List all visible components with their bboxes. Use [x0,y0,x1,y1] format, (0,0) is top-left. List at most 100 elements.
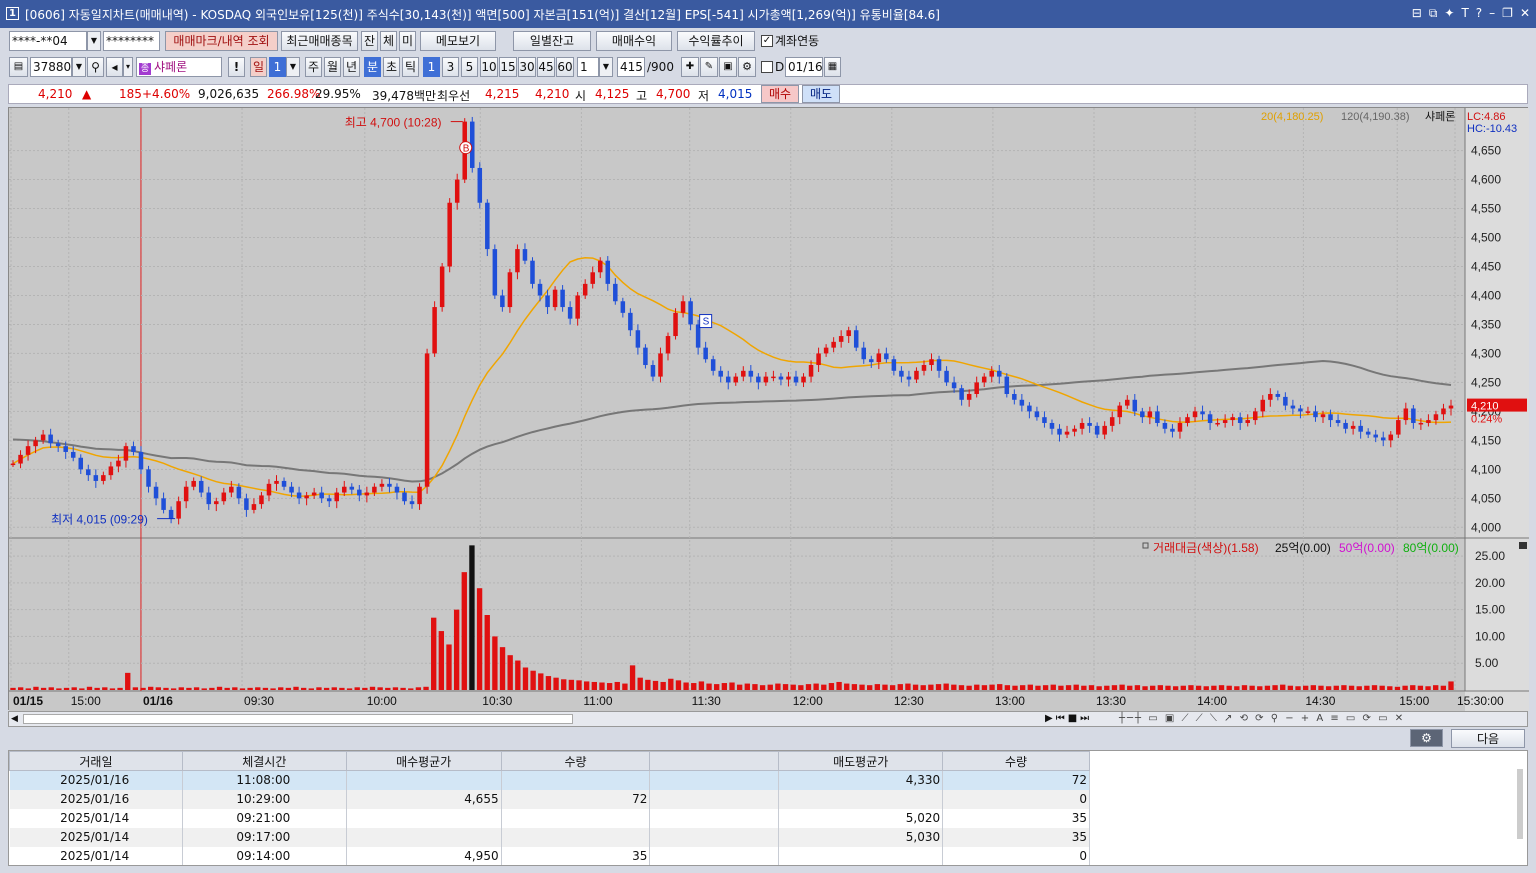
stock-name-field[interactable]: 종 샤페론 [136,57,222,77]
playback-controls[interactable]: ▶⏮■⏭ [1045,713,1092,724]
candle-body [1245,420,1250,423]
data-count-input[interactable]: 415 [617,57,645,77]
account-dropdown-icon[interactable]: ▼ [87,31,101,51]
recent-trades-button[interactable]: 최근매매종목 [281,31,358,51]
candle-body [1441,408,1446,415]
best-quote-label: 최우선 [437,89,471,103]
table-row[interactable]: 2025/01/14 09:14:00 4,950 35 0 [9,846,1090,865]
period-day[interactable]: 일 [250,57,267,77]
volume-bar [507,655,513,690]
volume-bar [836,681,842,690]
candle-body [567,307,573,319]
sound-icon[interactable]: ◂ [106,57,123,77]
candle-body [816,353,821,366]
trade-mark-query-button[interactable]: 매매마크/내역 조회 [165,31,278,51]
chart-scrollbar[interactable]: ◀ ▶⏮■⏭ ┼─┼ ▭ ▣ ⟋ ⟋ ⟍ ↗ ⟲ ⟳ ⚲ − + A ≡ ▭ ⟳… [8,711,1528,727]
table-row[interactable]: 2025/01/16 10:29:00 4,655 72 0 [9,789,1090,809]
scroll-thumb[interactable] [23,714,573,724]
save-icon[interactable]: ▣ [719,57,737,77]
sell-button[interactable]: 매도 [802,85,840,103]
cell-sell-avg [778,846,944,865]
table-scrollbar[interactable] [1517,769,1523,839]
cell-buy-avg: 4,655 [346,789,502,809]
table-row[interactable]: 2025/01/16 11:08:00 4,330 72 [9,770,1090,790]
col-sell-qty[interactable]: 수량 [942,751,1090,771]
maximize-button[interactable]: ❐ [1502,6,1513,21]
period-year[interactable]: 년 [343,57,360,77]
volume-bar [209,687,215,690]
close-button[interactable]: ✕ [1520,6,1530,21]
stock-search-icon[interactable]: ▤ [9,57,28,77]
copy-window-icon[interactable]: ⧉ [1429,6,1438,21]
minimize-button[interactable]: – [1489,6,1495,21]
period-minute[interactable]: 분 [364,57,381,77]
col-buy-avg[interactable]: 매수평균가 [345,751,502,771]
search-icon[interactable]: ⚲ [87,57,104,77]
memo-button[interactable]: 메모보기 [420,31,496,51]
period-day-count[interactable]: 1 [269,57,286,77]
period-second[interactable]: 초 [383,57,400,77]
alert-icon[interactable]: ! [228,57,245,77]
minute-3[interactable]: 3 [442,57,459,77]
candle-body [439,266,445,308]
scroll-left-icon[interactable]: ◀ [11,714,18,724]
account-select[interactable]: ****-**04 [9,31,87,51]
minute-10[interactable]: 10 [480,57,498,77]
minute-60[interactable]: 60 [556,57,574,77]
minute-15[interactable]: 15 [499,57,517,77]
layout-icon[interactable]: ⊟ [1412,6,1422,21]
col-exec-time[interactable]: 체결시간 [181,751,347,771]
cell-sell-avg: 4,330 [778,770,944,790]
candle-body [454,179,460,203]
daily-balance-button[interactable]: 일별잔고 [513,31,591,51]
stock-code-input[interactable]: 378800 [30,57,72,77]
interval-dropdown-icon[interactable]: ▼ [599,57,613,77]
interval-input[interactable]: 1 [577,57,599,77]
cell-time: 09:21:00 [182,808,347,828]
return-trend-button[interactable]: 수익률추이 [677,31,755,51]
table-settings-gear-icon[interactable]: ⚙ [1410,729,1443,747]
stock-name: 샤페론 [154,60,188,74]
trade-profit-button[interactable]: 매매수익 [596,31,672,51]
col-sell-avg[interactable]: 매도평균가 [778,751,944,771]
account-link-checkbox[interactable]: ✓ [761,35,773,47]
period-month[interactable]: 월 [324,57,341,77]
next-button[interactable]: 다음 [1451,729,1525,748]
help-icon[interactable]: ? [1476,6,1482,21]
unfilled-button[interactable]: 미 [399,31,416,51]
candle-body [582,283,588,296]
sound-dropdown-icon[interactable]: ▾ [123,57,133,77]
chart-panel[interactable]: 01/15 15:00 01/16 09:30 10:00 10:30 11:00 11:30… [8,107,1529,711]
minute-1[interactable]: 1 [423,57,440,77]
minute-45[interactable]: 45 [537,57,555,77]
calendar-icon[interactable]: ▦ [824,57,841,77]
balance-button[interactable]: 잔 [361,31,378,51]
period-tick[interactable]: 틱 [402,57,419,77]
minute-30[interactable]: 30 [518,57,536,77]
drawing-tools[interactable]: ┼─┼ ▭ ▣ ⟋ ⟋ ⟍ ↗ ⟲ ⟳ ⚲ − + A ≡ ▭ ⟳ ▭ ✕ [1119,713,1405,724]
pin-icon[interactable]: ✦ [1444,6,1454,21]
col-buy-qty[interactable]: 수량 [500,751,651,771]
volume-bar [492,636,498,690]
crosshair-icon[interactable]: ✚ [681,57,699,77]
font-icon[interactable]: T [1461,6,1468,21]
gear-icon[interactable]: ⚙ [738,57,756,77]
price-volume-chart[interactable]: 01/15 15:00 01/16 09:30 10:00 10:30 11:00 11:30… [9,108,1529,711]
day-count-dropdown-icon[interactable]: ▼ [286,57,300,77]
minute-5[interactable]: 5 [461,57,478,77]
volume-bar [1180,685,1186,690]
buy-button[interactable]: 매수 [761,85,799,103]
date-input[interactable]: 01/16 [785,57,823,77]
table-row[interactable]: 2025/01/14 09:21:00 5,020 35 [9,808,1090,828]
volume-bar [109,688,116,690]
period-week[interactable]: 주 [305,57,322,77]
filled-button[interactable]: 체 [380,31,397,51]
volume-bar [300,687,307,690]
draw-tool-icon[interactable]: ✎ [700,57,718,77]
col-trade-date[interactable]: 거래일 [9,751,183,771]
password-field[interactable]: ******** [103,31,160,51]
code-dropdown-icon[interactable]: ▼ [72,57,86,77]
date-checkbox[interactable] [761,61,773,73]
volume-bar [1019,685,1026,690]
table-row[interactable]: 2025/01/14 09:17:00 5,030 35 [9,827,1090,847]
